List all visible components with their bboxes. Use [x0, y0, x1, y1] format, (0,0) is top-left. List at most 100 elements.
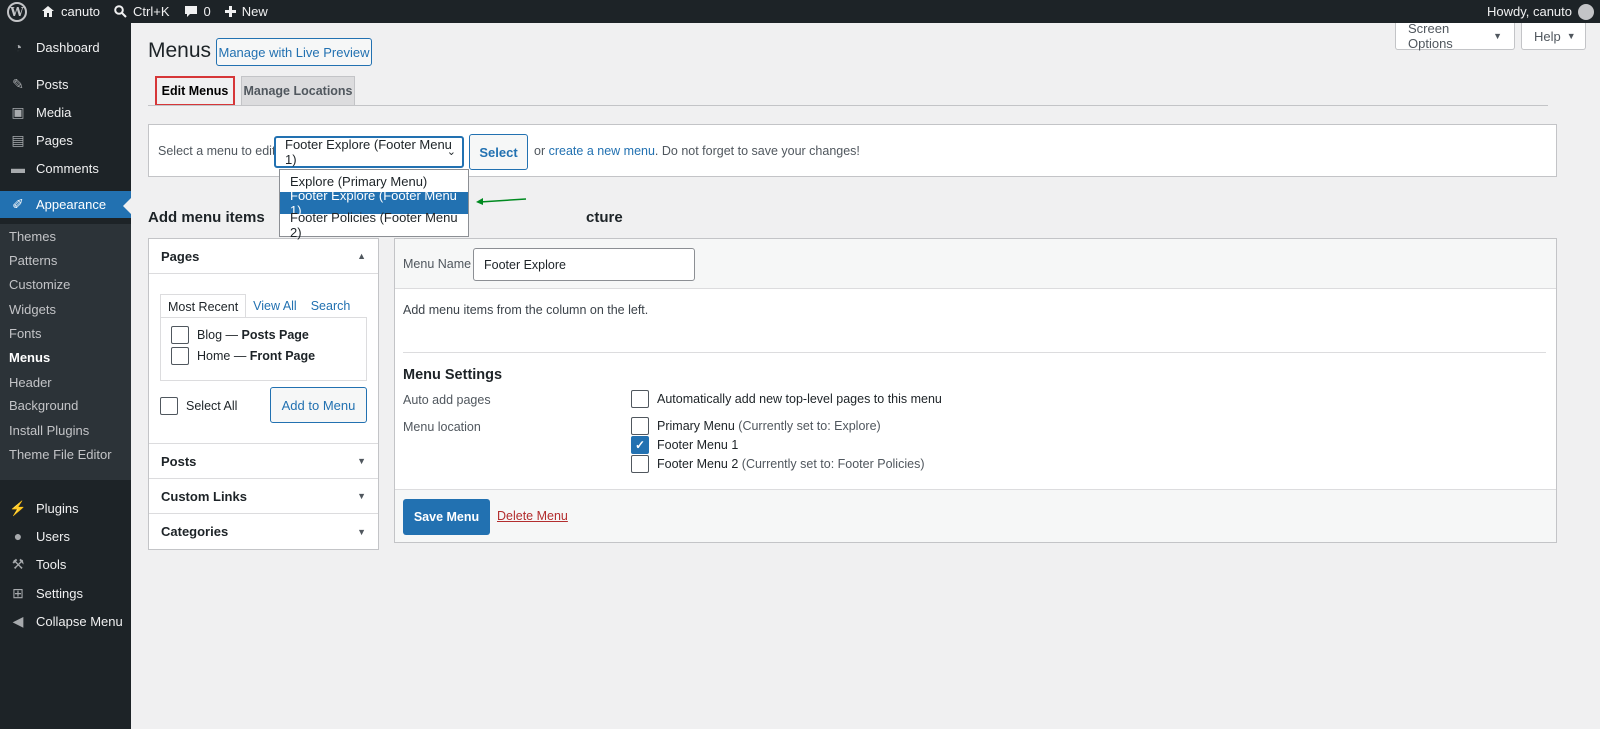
menu-select-dropdown: Explore (Primary Menu) Footer Explore (F…	[279, 169, 469, 240]
tab-edit-menus[interactable]: Edit Menus	[155, 76, 235, 106]
plugin-icon: ⚡	[9, 499, 27, 516]
pin-icon: ✎	[12, 75, 24, 92]
location-checkbox-checked[interactable]: ✓	[631, 436, 649, 454]
menu-settings-title: Menu Settings	[403, 367, 503, 383]
tab-most-recent[interactable]: Most Recent	[160, 294, 247, 318]
submenu-header[interactable]: Header	[9, 372, 52, 392]
chevron-down-icon: ⌄	[446, 146, 456, 158]
sidebar-item-appearance[interactable]: ✐ Appearance	[0, 191, 131, 218]
pages-list: Blog — Posts Page Home — Front Page	[160, 317, 367, 381]
comments-link[interactable]: 0	[177, 0, 218, 23]
location-checkbox[interactable]	[631, 455, 649, 473]
admin-sidebar: ◔ Dashboard ✎ Posts ▣ Media ▤ Pages ▬ Comment…	[0, 23, 131, 729]
tab-search[interactable]: Search	[304, 294, 358, 318]
site-name: canuto	[61, 4, 101, 19]
site-name-link[interactable]: canuto	[34, 0, 107, 23]
pages-section-header[interactable]: Pages ▲	[149, 239, 378, 274]
select-all-checkbox[interactable]	[160, 397, 178, 415]
menu-header: Menu Name Footer Explore	[395, 239, 1556, 289]
list-item[interactable]: Blog — Posts Page	[171, 326, 309, 344]
select-all-row[interactable]: Select All	[160, 397, 237, 415]
submenu-menus[interactable]: Menus	[9, 347, 50, 367]
annotation-arrow-icon	[476, 198, 527, 205]
main-content: Menus Manage with Live Preview Screen Op…	[131, 21, 1600, 729]
dashboard-icon: ◔	[13, 39, 23, 55]
wrench-icon: ⚒	[11, 555, 25, 572]
new-content-link[interactable]: New	[218, 0, 275, 23]
new-label: New	[241, 4, 268, 19]
create-new-menu-link[interactable]: create a new menu	[549, 144, 655, 158]
menu-structure-heading: cture	[586, 209, 623, 226]
custom-links-section-header[interactable]: Custom Links ▼	[149, 479, 378, 514]
sidebar-item-plugins[interactable]: ⚡ Plugins	[0, 494, 131, 522]
manage-live-preview-button[interactable]: Manage with Live Preview	[216, 38, 372, 66]
page-title: Menus	[148, 39, 212, 62]
select-menu-label: Select a menu to edit:	[158, 143, 279, 158]
add-to-menu-button[interactable]: Add to Menu	[270, 387, 367, 423]
appearance-submenu: Themes Patterns Customize Widgets Fonts …	[0, 224, 131, 480]
sidebar-item-tools[interactable]: ⚒ Tools	[0, 550, 131, 578]
admin-bar: W canuto Ctrl+K 0 New Howdy, canuto	[0, 0, 1600, 23]
caret-down-icon: ▼	[357, 491, 366, 501]
screen-options-button[interactable]: Screen Options ▼	[1395, 21, 1515, 51]
location-checkbox[interactable]	[631, 417, 649, 435]
submenu-patterns[interactable]: Patterns	[9, 250, 57, 270]
submenu-background[interactable]: Background	[9, 395, 78, 415]
caret-down-icon: ▼	[1493, 31, 1502, 41]
tab-view-all[interactable]: View All	[246, 294, 304, 318]
tab-divider	[148, 105, 1548, 106]
tab-manage-locations[interactable]: Manage Locations	[241, 76, 355, 106]
submenu-widgets[interactable]: Widgets	[9, 299, 56, 319]
sidebar-item-pages[interactable]: ▤ Pages	[0, 126, 131, 154]
auto-add-checkbox[interactable]	[631, 390, 649, 408]
submenu-customize[interactable]: Customize	[9, 274, 70, 294]
sidebar-item-comments[interactable]: ▬ Comments	[0, 154, 131, 182]
save-menu-button[interactable]: Save Menu	[403, 499, 490, 535]
list-item[interactable]: Home — Front Page	[171, 347, 315, 365]
menu-name-input[interactable]: Footer Explore	[473, 248, 695, 281]
sidebar-item-users[interactable]: ● Users	[0, 522, 131, 550]
menu-hint: Add menu items from the column on the le…	[403, 303, 649, 317]
account-menu[interactable]: Howdy, canuto	[1486, 3, 1600, 20]
brush-icon: ✐	[12, 196, 24, 212]
help-button[interactable]: Help ▼	[1521, 23, 1586, 50]
submenu-themes[interactable]: Themes	[9, 226, 56, 246]
location-footer-menu-1[interactable]: ✓ Footer Menu 1	[631, 436, 738, 454]
delete-menu-link[interactable]: Delete Menu	[497, 509, 568, 523]
checkbox[interactable]	[171, 326, 189, 344]
caret-down-icon: ▼	[357, 526, 366, 537]
wordpress-logo[interactable]: W	[0, 0, 34, 23]
submenu-install-plugins[interactable]: Install Plugins	[9, 420, 89, 440]
submenu-theme-file-editor[interactable]: Theme File Editor	[9, 444, 112, 464]
select-menu-help: or create a new menu. Do not forget to s…	[534, 144, 860, 158]
menu-footer: Save Menu Delete Menu	[395, 489, 1556, 542]
sidebar-item-dashboard[interactable]: ◔ Dashboard	[0, 33, 131, 61]
collapse-icon: ◀	[12, 612, 24, 629]
command-palette-link[interactable]: Ctrl+K	[107, 0, 176, 23]
menu-location-label: Menu location	[403, 420, 481, 434]
divider	[403, 352, 1546, 353]
collapse-menu-button[interactable]: ◀ Collapse Menu	[0, 607, 131, 635]
select-button[interactable]: Select	[469, 134, 528, 170]
menu-select[interactable]: Footer Explore (Footer Menu 1) ⌄	[274, 136, 464, 168]
sidebar-item-settings[interactable]: ⊞ Settings	[0, 579, 131, 607]
caret-down-icon: ▼	[357, 456, 366, 466]
home-icon	[42, 6, 54, 17]
posts-section-header[interactable]: Posts ▼	[149, 444, 378, 479]
location-footer-menu-2[interactable]: Footer Menu 2 (Currently set to: Footer …	[631, 455, 924, 473]
checkbox[interactable]	[171, 347, 189, 365]
search-icon	[114, 5, 127, 18]
categories-section-header[interactable]: Categories ▼	[149, 514, 378, 549]
media-icon: ▣	[11, 103, 25, 120]
sidebar-item-media[interactable]: ▣ Media	[0, 98, 131, 126]
plus-icon	[224, 6, 236, 17]
submenu-fonts[interactable]: Fonts	[9, 323, 42, 343]
pages-tabs: Most Recent View All Search	[160, 294, 357, 318]
comment-bubble-icon	[184, 6, 197, 17]
dropdown-option[interactable]: Footer Policies (Footer Menu 2)	[280, 210, 468, 240]
comment-icon: ▬	[11, 160, 25, 176]
sidebar-item-posts[interactable]: ✎ Posts	[0, 70, 131, 98]
auto-add-option[interactable]: Automatically add new top-level pages to…	[631, 390, 942, 408]
howdy-text: Howdy, canuto	[1486, 4, 1572, 19]
location-primary-menu[interactable]: Primary Menu (Currently set to: Explore)	[631, 417, 881, 435]
